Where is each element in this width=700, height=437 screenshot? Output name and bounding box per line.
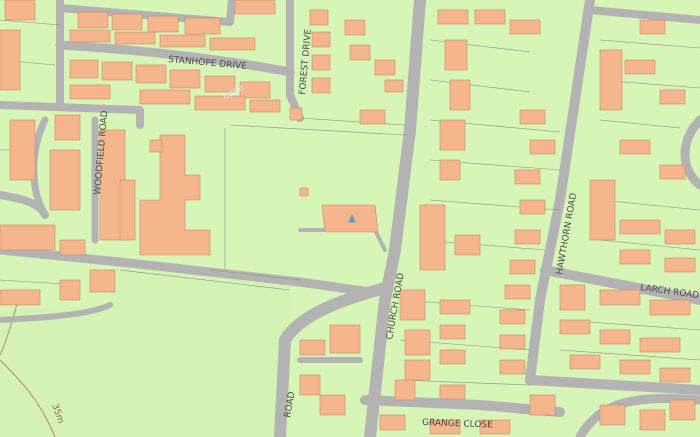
church-building[interactable] [321, 204, 379, 233]
map-canvas[interactable]: STANHOPE DRIVE FOREST DRIVE WOODFIELD RO… [0, 0, 700, 437]
